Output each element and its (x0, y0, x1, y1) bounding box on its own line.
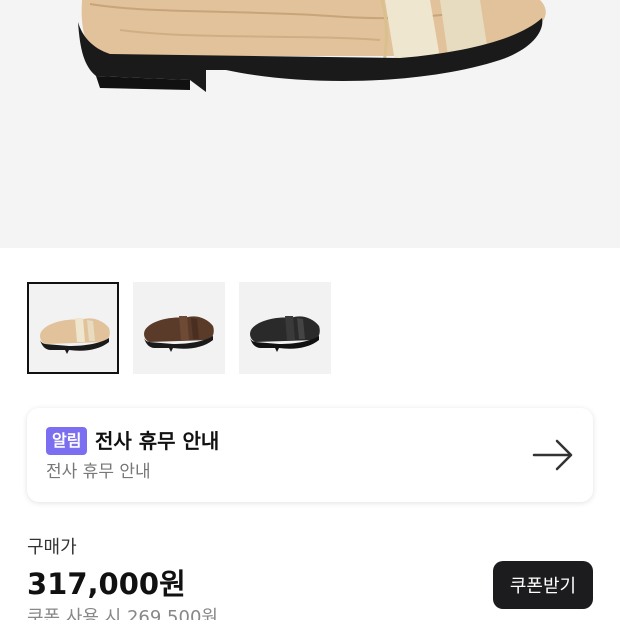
price-value: 317,000원 (27, 567, 186, 601)
notice-title: 전사 휴무 안내 (95, 429, 220, 453)
shoe-thumbnail-beige (40, 318, 110, 354)
product-hero-image[interactable] (0, 0, 620, 248)
shoe-thumbnail-black (250, 316, 320, 352)
thumbnail-brown[interactable] (133, 282, 225, 374)
price-label: 구매가 (27, 537, 77, 558)
notice-subtitle: 전사 휴무 안내 (46, 462, 151, 482)
notice-badge: 알림 (46, 427, 88, 455)
shoe-thumbnail-brown (144, 316, 214, 352)
coupon-button[interactable]: 쿠폰받기 (493, 561, 593, 609)
thumbnail-black[interactable] (239, 282, 331, 374)
shoe-hero-illustration (78, 0, 546, 92)
product-page: 알림 전사 휴무 안내 전사 휴무 안내 구매가 317,000원 쿠폰 사용 … (0, 0, 620, 620)
arrow-right-icon[interactable] (531, 438, 575, 472)
thumbnail-beige[interactable] (27, 282, 119, 374)
notice-card[interactable]: 알림 전사 휴무 안내 전사 휴무 안내 (27, 408, 593, 502)
thumbnail-list (27, 282, 331, 374)
coupon-price-note: 쿠폰 사용 시 269,500원 (27, 607, 218, 620)
